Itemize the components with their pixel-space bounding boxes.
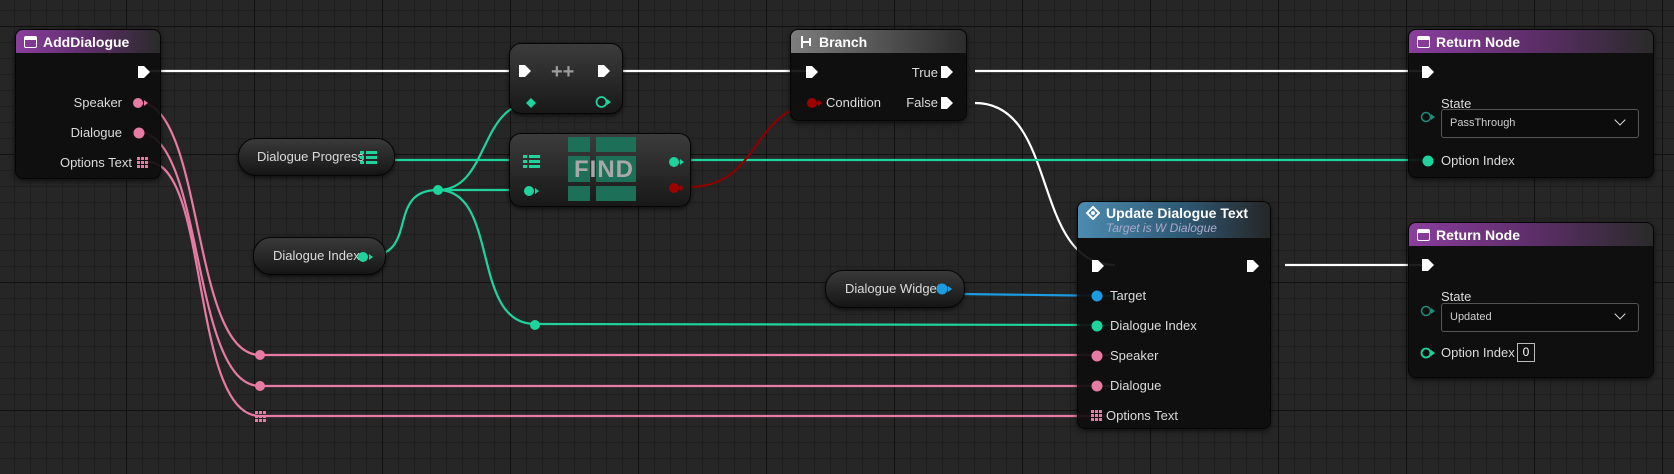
- condition-pin[interactable]: [806, 96, 824, 110]
- function-icon: [1417, 228, 1430, 241]
- branch-node[interactable]: Branch True Condition False: [790, 29, 967, 121]
- exec-in-pin[interactable]: [804, 64, 820, 80]
- int-out-pin[interactable]: [357, 250, 375, 264]
- dialogue-pin[interactable]: [1090, 379, 1104, 393]
- bool-out-pin[interactable]: [668, 181, 686, 195]
- speaker-pin-label: Speaker: [73, 95, 122, 110]
- exec-out-pin[interactable]: [939, 95, 955, 111]
- state-dropdown[interactable]: Updated: [1441, 303, 1639, 332]
- int-wire: [534, 322, 1116, 327]
- dialogue-pin[interactable]: [132, 126, 146, 140]
- options-text-pin-label: Options Text: [1106, 408, 1179, 423]
- increment-symbol: ++: [551, 61, 575, 83]
- wire-knot: [255, 411, 266, 422]
- wire-knot: [255, 350, 265, 360]
- node-header: Return Node: [1409, 223, 1653, 246]
- array-list-pin[interactable]: [523, 154, 541, 170]
- diamond-pin[interactable]: [525, 97, 537, 109]
- node-header: AddDialogue: [16, 30, 160, 53]
- state-pin[interactable]: [1420, 110, 1436, 124]
- node-title: Return Node: [1436, 33, 1520, 50]
- dialogue-index-pin[interactable]: [1090, 319, 1104, 333]
- object-out-pin[interactable]: [936, 282, 954, 296]
- exec-in-pin[interactable]: [1090, 258, 1106, 274]
- array-list-icon[interactable]: [360, 150, 378, 166]
- state-dropdown[interactable]: PassThrough: [1441, 109, 1639, 138]
- function-icon: [24, 35, 37, 48]
- return-node-passthrough[interactable]: Return Node State PassThrough Option Ind…: [1408, 29, 1654, 178]
- dialogue-index-variable[interactable]: Dialogue Index: [253, 237, 386, 275]
- condition-pin-label: Condition: [826, 95, 881, 110]
- node-title: AddDialogue: [43, 33, 130, 50]
- option-index-pin[interactable]: [1420, 346, 1436, 360]
- node-title: Return Node: [1436, 226, 1520, 243]
- options-text-pin-label: Options Text: [59, 155, 132, 170]
- speaker-pin-label: Speaker: [1110, 348, 1159, 363]
- exec-out-pin[interactable]: [136, 64, 152, 80]
- return-node-updated[interactable]: Return Node State Updated Option Index 0: [1408, 222, 1654, 378]
- chevron-down-icon: [1614, 114, 1626, 126]
- dialogue-progress-variable[interactable]: Dialogue Progress: [238, 138, 395, 176]
- array-pin-icon[interactable]: [1090, 409, 1104, 423]
- exec-in-pin[interactable]: [1420, 64, 1436, 80]
- dialogue-pin-label: Dialogue: [1110, 378, 1162, 393]
- update-dialogue-text-node[interactable]: Update Dialogue Text Target is W Dialogu…: [1077, 201, 1271, 429]
- int-in-pin[interactable]: [523, 184, 541, 198]
- node-title: Branch: [819, 33, 868, 50]
- int-out-pin[interactable]: [668, 155, 686, 169]
- option-index-input[interactable]: 0: [1517, 343, 1535, 362]
- increment-node[interactable]: ++: [509, 43, 623, 114]
- variable-label: Dialogue Widget: [845, 281, 941, 296]
- exec-out-pin[interactable]: [1245, 258, 1261, 274]
- array-pin-icon[interactable]: [136, 156, 150, 170]
- speaker-pin[interactable]: [1090, 349, 1104, 363]
- exec-in-pin[interactable]: [1420, 257, 1436, 273]
- dialogue-index-pin-label: Dialogue Index: [1110, 318, 1197, 333]
- find-label: FIND: [574, 156, 634, 183]
- wire-knot: [530, 320, 540, 330]
- add-dialogue-node[interactable]: AddDialogue Speaker Dialogue Options Tex…: [15, 29, 161, 179]
- speaker-pin[interactable]: [132, 96, 150, 110]
- node-header: Update Dialogue Text Target is W Dialogu…: [1078, 202, 1270, 238]
- wire-knot: [433, 185, 443, 195]
- exec-out-pin[interactable]: [939, 64, 955, 80]
- function-icon: [1417, 35, 1430, 48]
- find-node[interactable]: FIND: [509, 133, 691, 207]
- exec-out-pin[interactable]: [596, 63, 612, 79]
- branch-icon: [801, 35, 811, 48]
- node-title: Update Dialogue Text: [1106, 205, 1249, 221]
- wire-knot: [255, 381, 265, 391]
- int-out-pin[interactable]: [595, 95, 613, 109]
- option-index-pin[interactable]: [1421, 154, 1435, 168]
- chevron-down-icon: [1614, 308, 1626, 320]
- false-pin-label: False: [906, 95, 938, 110]
- state-pin[interactable]: [1420, 304, 1436, 318]
- state-dropdown-value: Updated: [1450, 311, 1492, 323]
- dialogue-pin-label: Dialogue: [70, 125, 122, 140]
- state-label: State: [1441, 289, 1472, 304]
- exec-in-pin[interactable]: [517, 63, 533, 79]
- int-wire: [437, 188, 536, 326]
- dialogue-widget-variable[interactable]: Dialogue Widget: [825, 270, 965, 308]
- target-pin-label: Target: [1110, 288, 1147, 303]
- state-dropdown-value: PassThrough: [1450, 117, 1516, 129]
- function-call-icon: [1086, 206, 1100, 220]
- option-index-label: Option Index: [1441, 345, 1515, 360]
- option-index-label: Option Index: [1441, 153, 1515, 168]
- node-header: Return Node: [1409, 30, 1653, 53]
- variable-label: Dialogue Index: [273, 248, 360, 263]
- node-header: Branch: [791, 30, 966, 53]
- variable-label: Dialogue Progress: [257, 149, 364, 164]
- true-pin-label: True: [911, 65, 938, 80]
- target-pin[interactable]: [1090, 289, 1104, 303]
- node-subtitle: Target is W Dialogue: [1106, 221, 1217, 235]
